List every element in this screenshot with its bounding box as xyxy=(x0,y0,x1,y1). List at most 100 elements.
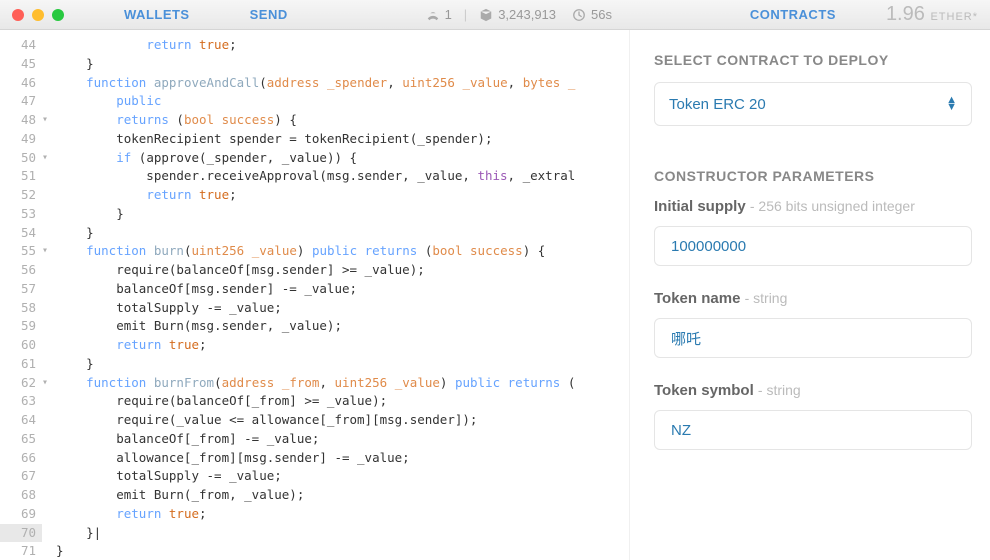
fold-icon xyxy=(42,280,52,299)
code-line[interactable]: 55▾ function burn(uint256 _value) public… xyxy=(0,242,629,261)
code-line[interactable]: 71} xyxy=(0,542,629,560)
block-value: 3,243,913 xyxy=(498,7,556,22)
line-content: }| xyxy=(52,524,629,543)
balance-unit: ETHER* xyxy=(930,11,978,23)
window-controls xyxy=(12,9,64,21)
maximize-icon[interactable] xyxy=(52,9,64,21)
line-number: 60 xyxy=(0,336,42,355)
line-content: } xyxy=(52,355,629,374)
line-number: 52 xyxy=(0,186,42,205)
line-number: 68 xyxy=(0,486,42,505)
code-line[interactable]: 61 } xyxy=(0,355,629,374)
code-line[interactable]: 64 require(_value <= allowance[_from][ms… xyxy=(0,411,629,430)
fold-icon xyxy=(42,74,52,93)
code-line[interactable]: 50▾ if (approve(_spender, _value)) { xyxy=(0,149,629,168)
minimize-icon[interactable] xyxy=(32,9,44,21)
line-number: 63 xyxy=(0,392,42,411)
code-line[interactable]: 56 require(balanceOf[msg.sender] >= _val… xyxy=(0,261,629,280)
param-label: Token symbol xyxy=(654,382,758,399)
code-line[interactable]: 63 require(balanceOf[_from] >= _value); xyxy=(0,392,629,411)
line-content: totalSupply -= _value; xyxy=(52,299,629,318)
line-number: 67 xyxy=(0,467,42,486)
code-line[interactable]: 53 } xyxy=(0,205,629,224)
divider: | xyxy=(464,7,467,22)
param-group: Token name - string哪吒 xyxy=(654,290,972,358)
line-number: 69 xyxy=(0,505,42,524)
line-content: tokenRecipient spender = tokenRecipient(… xyxy=(52,130,629,149)
line-content: emit Burn(msg.sender, _value); xyxy=(52,317,629,336)
fold-icon[interactable]: ▾ xyxy=(42,374,52,393)
line-number: 46 xyxy=(0,74,42,93)
line-number: 64 xyxy=(0,411,42,430)
code-line[interactable]: 44 return true; xyxy=(0,36,629,55)
line-number: 49 xyxy=(0,130,42,149)
cube-icon xyxy=(479,8,493,22)
chevron-updown-icon: ▲▼ xyxy=(946,97,957,111)
line-number: 44 xyxy=(0,36,42,55)
nav-wallets[interactable]: WALLETS xyxy=(94,7,220,22)
param-label: Token name xyxy=(654,290,745,307)
fold-icon[interactable]: ▾ xyxy=(42,149,52,168)
code-line[interactable]: 46 function approveAndCall(address _spen… xyxy=(0,74,629,93)
fold-icon xyxy=(42,299,52,318)
fold-icon xyxy=(42,505,52,524)
line-content: if (approve(_spender, _value)) { xyxy=(52,149,629,168)
code-line[interactable]: 70 }| xyxy=(0,524,629,543)
param-label-row: Token symbol - string xyxy=(654,382,972,400)
code-line[interactable]: 67 totalSupply -= _value; xyxy=(0,467,629,486)
fold-icon xyxy=(42,524,52,543)
line-number: 61 xyxy=(0,355,42,374)
code-line[interactable]: 52 return true; xyxy=(0,186,629,205)
code-panel: 44 return true;45 }46 function approveAn… xyxy=(0,30,630,560)
code-line[interactable]: 57 balanceOf[msg.sender] -= _value; xyxy=(0,280,629,299)
line-number: 56 xyxy=(0,261,42,280)
line-content: require(balanceOf[msg.sender] >= _value)… xyxy=(52,261,629,280)
code-line[interactable]: 47 public xyxy=(0,92,629,111)
code-line[interactable]: 62▾ function burnFrom(address _from, uin… xyxy=(0,374,629,393)
signal-icon xyxy=(426,8,440,22)
code-line[interactable]: 59 emit Burn(msg.sender, _value); xyxy=(0,317,629,336)
code-line[interactable]: 66 allowance[_from][msg.sender] -= _valu… xyxy=(0,449,629,468)
line-content: balanceOf[msg.sender] -= _value; xyxy=(52,280,629,299)
constructor-params-header: CONSTRUCTOR PARAMETERS xyxy=(654,168,972,184)
code-line[interactable]: 51 spender.receiveApproval(msg.sender, _… xyxy=(0,167,629,186)
time-value: 56s xyxy=(591,7,612,22)
line-content: allowance[_from][msg.sender] -= _value; xyxy=(52,449,629,468)
code-line[interactable]: 54 } xyxy=(0,224,629,243)
nav-contracts[interactable]: CONTRACTS xyxy=(720,7,866,22)
code-line[interactable]: 65 balanceOf[_from] -= _value; xyxy=(0,430,629,449)
contract-select[interactable]: Token ERC 20 ▲▼ xyxy=(654,82,972,126)
param-input[interactable]: 哪吒 xyxy=(654,318,972,358)
fold-icon xyxy=(42,92,52,111)
fold-icon xyxy=(42,486,52,505)
fold-icon xyxy=(42,467,52,486)
param-input[interactable]: NZ xyxy=(654,410,972,450)
fold-icon[interactable]: ▾ xyxy=(42,242,52,261)
code-line[interactable]: 69 return true; xyxy=(0,505,629,524)
line-content: } xyxy=(52,224,629,243)
nav-send[interactable]: SEND xyxy=(220,7,318,22)
line-content: emit Burn(_from, _value); xyxy=(52,486,629,505)
peers-value: 1 xyxy=(445,7,452,22)
close-icon[interactable] xyxy=(12,9,24,21)
code-line[interactable]: 68 emit Burn(_from, _value); xyxy=(0,486,629,505)
line-content: function approveAndCall(address _spender… xyxy=(52,74,629,93)
line-number: 70 xyxy=(0,524,42,543)
select-contract-header: SELECT CONTRACT TO DEPLOY xyxy=(654,52,972,68)
code-line[interactable]: 49 tokenRecipient spender = tokenRecipie… xyxy=(0,130,629,149)
code-line[interactable]: 58 totalSupply -= _value; xyxy=(0,299,629,318)
code-line[interactable]: 48▾ returns (bool success) { xyxy=(0,111,629,130)
code-line[interactable]: 45 } xyxy=(0,55,629,74)
code-line[interactable]: 60 return true; xyxy=(0,336,629,355)
line-content: return true; xyxy=(52,186,629,205)
fold-icon xyxy=(42,261,52,280)
param-input[interactable]: 100000000 xyxy=(654,226,972,266)
line-number: 71 xyxy=(0,542,42,560)
line-content: spender.receiveApproval(msg.sender, _val… xyxy=(52,167,629,186)
status-block: 3,243,913 xyxy=(479,7,556,22)
fold-icon[interactable]: ▾ xyxy=(42,111,52,130)
fold-icon xyxy=(42,392,52,411)
fold-icon xyxy=(42,542,52,560)
code-editor[interactable]: 44 return true;45 }46 function approveAn… xyxy=(0,36,629,560)
titlebar: WALLETS SEND 1 | 3,243,913 56s CONTRACTS… xyxy=(0,0,990,30)
